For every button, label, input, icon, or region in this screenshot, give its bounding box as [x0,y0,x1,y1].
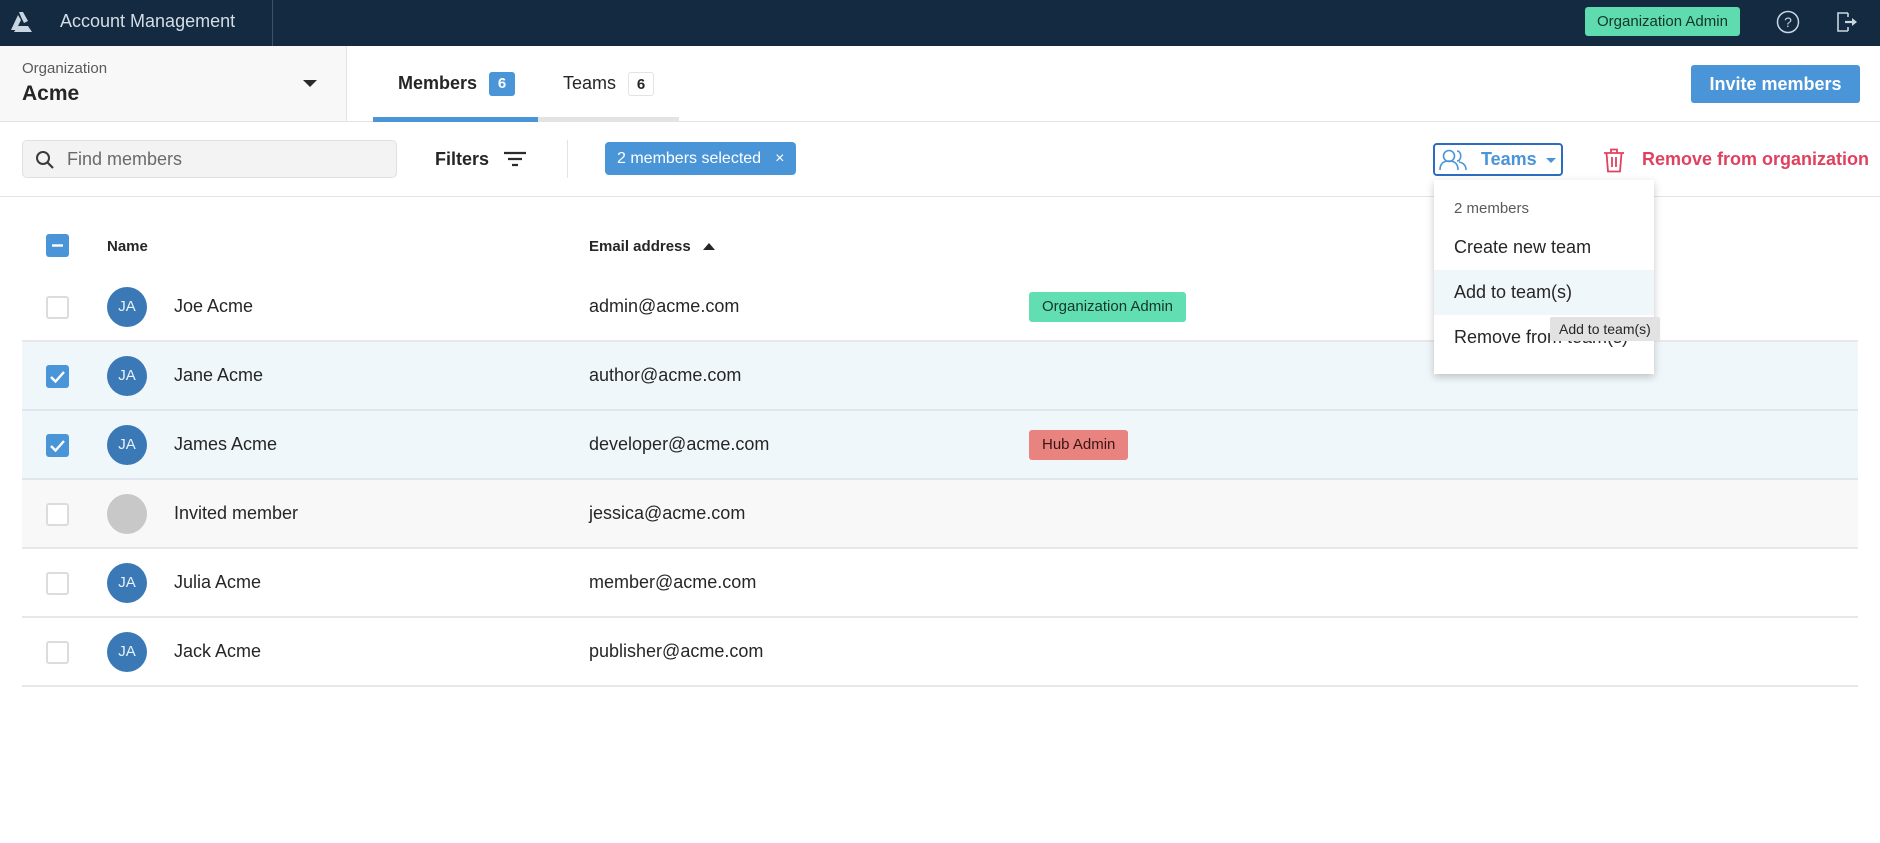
member-email: jessica@acme.com [589,503,746,523]
sort-ascending-icon [702,243,715,250]
member-name: Julia Acme [174,572,262,592]
avatar: JA [107,563,147,603]
member-name: Invited member [174,503,299,523]
avatar [107,494,147,534]
checkmark-icon [50,440,65,453]
close-icon[interactable]: × [775,150,784,168]
row-checkbox[interactable] [46,572,69,595]
filter-icon [504,151,527,167]
tab-teams-count: 6 [628,71,655,96]
tab-members-count: 6 [489,71,516,96]
teams-menu: 2 members Create new team Add to team(s)… [1434,180,1654,374]
row-checkbox[interactable] [46,503,69,526]
row-checkbox[interactable] [46,434,69,457]
row-checkbox[interactable] [46,641,69,664]
menu-item-add-to-teams[interactable]: Add to team(s) [1434,270,1654,315]
member-email: author@acme.com [589,365,742,385]
table-row[interactable]: Invited member jessica@acme.com [22,480,1858,549]
minus-icon [52,244,63,247]
teams-dropdown-button[interactable]: Teams [1433,143,1563,176]
organization-name: Acme [22,82,80,105]
toolbar-divider [567,140,568,178]
user-role-badge: Organization Admin [1585,7,1740,36]
top-bar: Account Management Organization Admin ? [0,0,1880,46]
selection-chip-label: 2 members selected [617,149,762,167]
users-icon [1439,149,1467,170]
app-title: Account Management [60,11,236,31]
tab-members[interactable]: Members 6 [373,46,538,122]
column-header-email[interactable]: Email address [589,238,715,255]
organization-label: Organization [22,60,108,77]
column-header-name[interactable]: Name [107,238,148,255]
caret-down-icon [1546,158,1556,163]
member-name: James Acme [174,434,278,454]
table-row[interactable]: JA Jack Acme publisher@acme.com [22,618,1858,687]
tab-members-label: Members [398,73,478,93]
member-name: Joe Acme [174,296,254,316]
checkmark-icon [50,371,65,384]
member-email: admin@acme.com [589,296,740,316]
subheader: Organization Acme Members 6 Teams 6 Invi… [0,46,1880,122]
remove-from-organization-button[interactable]: Remove from organization [1602,143,1869,176]
menu-heading: 2 members [1454,200,1530,217]
topbar-divider [272,0,273,46]
search-input[interactable] [67,141,387,177]
remove-button-label: Remove from organization [1642,149,1870,169]
avatar: JA [107,356,147,396]
role-tag: Organization Admin [1029,292,1186,322]
filters-label: Filters [435,148,490,169]
filters-button[interactable]: Filters [435,140,527,178]
role-tag: Hub Admin [1029,430,1129,460]
table-row[interactable]: JA Julia Acme member@acme.com [22,549,1858,618]
invite-members-button[interactable]: Invite members [1691,65,1860,103]
organization-selector[interactable]: Organization Acme [0,46,347,121]
member-email: member@acme.com [589,572,757,592]
row-checkbox[interactable] [46,365,69,388]
member-email: publisher@acme.com [589,641,764,661]
member-name: Jack Acme [174,641,262,661]
select-all-checkbox[interactable] [46,234,69,257]
selection-chip: 2 members selected × [605,142,797,175]
menu-item-create-new-team[interactable]: Create new team [1434,225,1654,270]
search-icon [36,151,54,169]
trash-icon [1604,148,1624,172]
table-row[interactable]: JA James Acme developer@acme.com Hub Admin [22,411,1858,480]
caret-down-icon[interactable] [303,80,317,87]
logout-icon[interactable] [1833,9,1859,35]
avatar: JA [107,287,147,327]
row-checkbox[interactable] [46,296,69,319]
tooltip: Add to team(s) [1550,317,1660,341]
search-box[interactable] [22,140,397,178]
column-header-email-label: Email address [589,238,691,255]
avatar: JA [107,425,147,465]
tab-teams-label: Teams [563,73,617,93]
help-circle-icon[interactable]: ? [1776,10,1800,34]
avatar: JA [107,632,147,672]
member-email: developer@acme.com [589,434,770,454]
member-name: Jane Acme [174,365,264,385]
teams-button-label: Teams [1481,149,1537,169]
svg-text:?: ? [1784,14,1792,30]
tab-teams[interactable]: Teams 6 [538,46,679,122]
triangle-logo-icon[interactable] [9,11,33,33]
